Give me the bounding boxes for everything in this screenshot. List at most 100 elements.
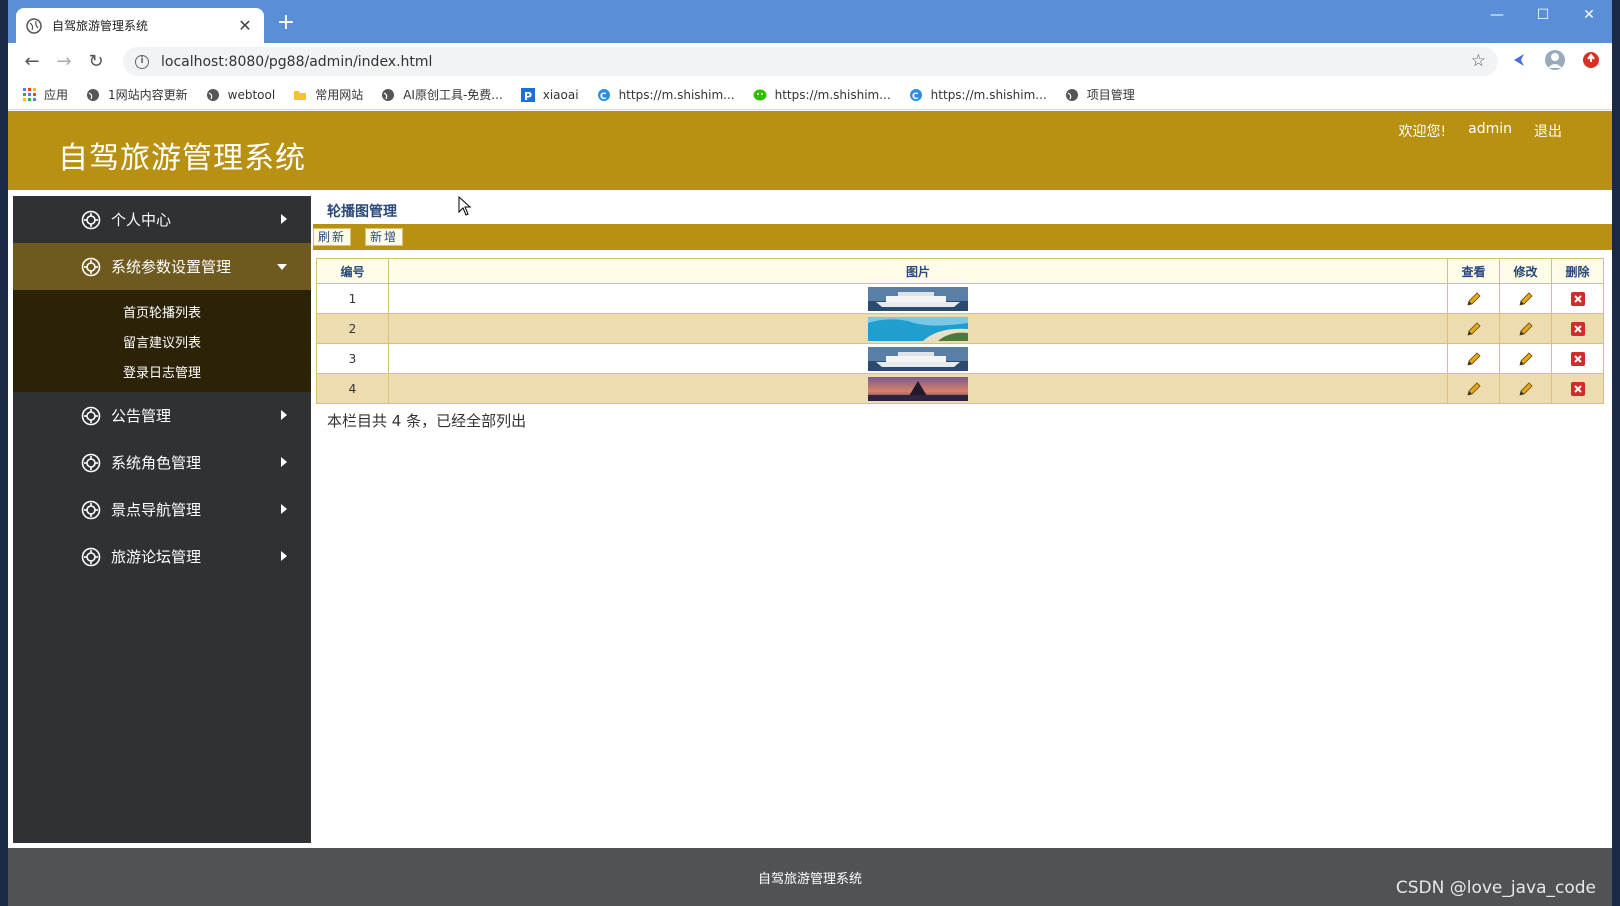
close-window-icon[interactable]: ✕ (1566, 0, 1612, 30)
app-title: 自驾旅游管理系统 (58, 141, 306, 176)
extension-icons (1508, 49, 1602, 71)
cell-view (1447, 373, 1500, 404)
page-title: 轮播图管理 (327, 204, 397, 220)
caret-right-icon (281, 551, 287, 561)
bookmark-star-icon[interactable]: ☆ (1471, 51, 1486, 71)
delete-icon[interactable] (1569, 320, 1587, 338)
menu-personal-center[interactable]: 个人中心 (13, 196, 311, 243)
profile-avatar-icon[interactable] (1544, 49, 1566, 71)
view-pencil-icon[interactable] (1465, 380, 1483, 398)
c-logo-icon: C (909, 88, 923, 102)
bookmark-item[interactable]: AI原创工具-免费... (381, 86, 503, 103)
back-arrow-icon[interactable]: ← (16, 48, 48, 76)
list-summary: 本栏目共 4 条，已经全部列出 (327, 412, 527, 430)
menu-scenic-navigation[interactable]: 景点导航管理 (13, 486, 311, 533)
url-text[interactable]: localhost:8080/pg88/admin/index.html (161, 54, 432, 70)
cell-id: 3 (316, 343, 389, 374)
watermark-text: CSDN @love_java_code (1395, 878, 1596, 898)
site-info-icon[interactable]: i (135, 54, 149, 69)
table-row: 1 (316, 283, 1604, 314)
svg-text:P: P (524, 90, 532, 102)
submenu-item-home-carousel[interactable]: 首页轮播列表 (13, 296, 311, 326)
menu-announcements[interactable]: 公告管理 (13, 392, 311, 439)
bookmark-item[interactable]: Chttps://m.shishim... (909, 88, 1047, 102)
bookmark-item[interactable]: 应用 (22, 86, 68, 103)
app-footer: 自驾旅游管理系统 (8, 848, 1612, 906)
browser-titlebar: 自驾旅游管理系统 ✕ + — ☐ ✕ (8, 0, 1612, 43)
submenu-item-login-log[interactable]: 登录日志管理 (13, 356, 311, 386)
cell-edit (1499, 283, 1552, 314)
minimize-icon[interactable]: — (1474, 0, 1520, 30)
cell-id: 4 (316, 373, 389, 404)
app-header: 自驾旅游管理系统 欢迎您! admin 退出 (8, 111, 1612, 190)
bookmark-item[interactable]: Pxiaoai (520, 87, 579, 102)
coastline-thumbnail[interactable] (868, 316, 968, 341)
folder-icon (293, 88, 307, 102)
delete-icon[interactable] (1569, 380, 1587, 398)
menu-travel-forum[interactable]: 旅游论坛管理 (13, 533, 311, 580)
globe-icon (86, 88, 100, 102)
wechat-icon (753, 88, 767, 102)
bookmarks-bar: 应用 1网站内容更新 webtool 常用网站 AI原创工具-免费... Pxi… (8, 80, 1612, 110)
bookmark-item[interactable]: 常用网站 (293, 86, 363, 103)
new-tab-button[interactable]: + (274, 12, 298, 36)
footer-text: 自驾旅游管理系统 (757, 871, 862, 887)
col-header-id: 编号 (316, 258, 389, 284)
cruise-ship-thumbnail[interactable] (868, 286, 968, 311)
extension-arrow-icon[interactable] (1508, 49, 1530, 71)
mouse-cursor-icon (458, 196, 472, 216)
cell-view (1447, 283, 1500, 314)
col-header-view: 查看 (1447, 258, 1500, 284)
view-pencil-icon[interactable] (1465, 320, 1483, 338)
username-link[interactable]: admin (1468, 121, 1512, 141)
address-bar[interactable]: i localhost:8080/pg88/admin/index.html ☆ (123, 47, 1498, 76)
delete-icon[interactable] (1569, 350, 1587, 368)
submenu-item-feedback[interactable]: 留言建议列表 (13, 326, 311, 356)
edit-pencil-icon[interactable] (1517, 350, 1535, 368)
gear-icon (81, 257, 101, 276)
edit-pencil-icon[interactable] (1517, 380, 1535, 398)
close-tab-icon[interactable]: ✕ (236, 16, 254, 35)
cell-delete (1551, 343, 1604, 374)
edit-pencil-icon[interactable] (1517, 320, 1535, 338)
view-pencil-icon[interactable] (1465, 350, 1483, 368)
add-button[interactable]: 新增 (365, 228, 404, 246)
globe-icon (206, 88, 220, 102)
cell-image (388, 313, 1448, 344)
carousel-table: 编号 图片 查看 修改 删除 1 2 3 4 (316, 258, 1604, 404)
sunset-sea-thumbnail[interactable] (868, 376, 968, 401)
menu-label: 公告管理 (111, 407, 172, 425)
cell-id: 1 (316, 283, 389, 314)
maximize-icon[interactable]: ☐ (1520, 0, 1566, 30)
gear-icon (81, 210, 101, 229)
caret-right-icon (281, 457, 287, 467)
view-pencil-icon[interactable] (1465, 290, 1483, 308)
p-logo-icon: P (520, 87, 535, 102)
cell-image (388, 283, 1448, 314)
menu-system-settings[interactable]: 系统参数设置管理 (13, 243, 311, 290)
gear-icon (81, 453, 101, 472)
forward-arrow-icon[interactable]: → (48, 48, 80, 76)
action-toolbar: 刷新 新增 (313, 224, 1612, 250)
bookmark-item[interactable]: https://m.shishim... (753, 88, 891, 102)
edit-pencil-icon[interactable] (1517, 290, 1535, 308)
bookmark-item[interactable]: Chttps://m.shishim... (597, 88, 735, 102)
globe-icon (381, 88, 395, 102)
menu-system-roles[interactable]: 系统角色管理 (13, 439, 311, 486)
refresh-button[interactable]: 刷新 (313, 228, 352, 246)
gear-icon (81, 547, 101, 566)
delete-icon[interactable] (1569, 290, 1587, 308)
browser-tab[interactable]: 自驾旅游管理系统 ✕ (16, 8, 264, 43)
reload-icon[interactable]: ↻ (80, 48, 112, 76)
logout-link[interactable]: 退出 (1534, 121, 1562, 141)
globe-icon (26, 17, 42, 34)
bookmark-item[interactable]: webtool (206, 88, 275, 102)
cruise-ship-thumbnail[interactable] (868, 346, 968, 371)
bookmark-item[interactable]: 1网站内容更新 (86, 86, 188, 103)
user-bar: 欢迎您! admin 退出 (1399, 121, 1563, 141)
bookmark-item[interactable]: 项目管理 (1065, 86, 1135, 103)
table-header-row: 编号 图片 查看 修改 删除 (316, 258, 1604, 284)
cell-delete (1551, 373, 1604, 404)
update-alert-icon[interactable] (1580, 49, 1602, 71)
globe-icon (1065, 88, 1079, 102)
